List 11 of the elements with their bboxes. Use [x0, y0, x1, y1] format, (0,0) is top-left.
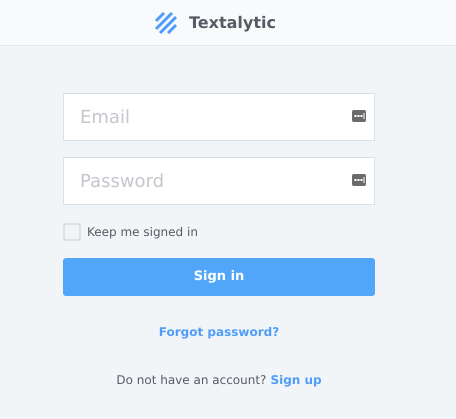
sign-in-button[interactable]: Sign in: [63, 258, 375, 296]
remember-label: Keep me signed in: [87, 224, 198, 241]
password-manager-icon[interactable]: [352, 110, 366, 122]
sign-up-link[interactable]: Sign up: [270, 371, 322, 389]
brand-name: Textalytic: [189, 12, 276, 34]
email-field[interactable]: Email: [63, 93, 375, 141]
logo-icon: [155, 12, 177, 34]
signup-prompt: Do not have an account?: [116, 372, 266, 389]
password-field[interactable]: Password: [63, 157, 375, 205]
password-manager-icon[interactable]: [352, 174, 366, 186]
forgot-password-link[interactable]: Forgot password?: [158, 323, 280, 341]
